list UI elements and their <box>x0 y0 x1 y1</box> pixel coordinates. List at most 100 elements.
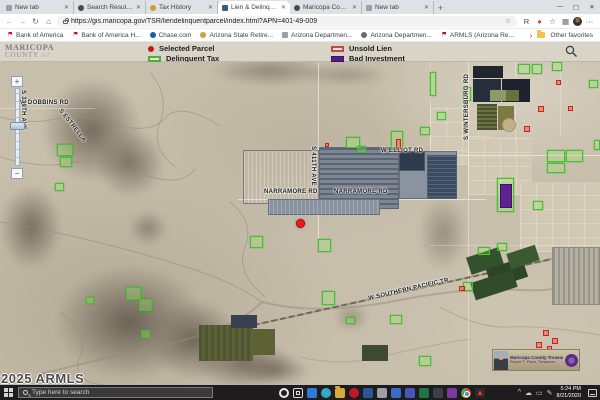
quicken-icon[interactable] <box>349 388 359 398</box>
parcel-delinquent-tax[interactable] <box>318 239 331 252</box>
parcel-delinquent-tax[interactable] <box>141 330 150 338</box>
bookmark-item-1[interactable]: Bank of America H... <box>72 32 140 39</box>
parcel-unsold-lien[interactable] <box>524 126 530 132</box>
onedrive-icon[interactable]: ☁ <box>525 389 532 397</box>
parcel-delinquent-tax[interactable] <box>552 62 562 71</box>
parcel-delinquent-tax[interactable] <box>250 236 263 248</box>
back-button[interactable]: ← <box>5 17 14 26</box>
pen-icon[interactable]: ✎ <box>547 389 553 397</box>
tab-1[interactable]: Search Results - Maric...✕ <box>74 1 146 14</box>
tab-close-icon[interactable]: ✕ <box>281 4 286 11</box>
selected-parcel-dot[interactable] <box>296 219 305 228</box>
parcel-unsold-lien[interactable] <box>538 106 544 112</box>
bookmark-item-6[interactable]: ARMLS (Arizona Re... <box>441 32 514 39</box>
bookmark-item-5[interactable]: Arizona Departmen... <box>361 32 431 39</box>
edge-icon[interactable] <box>321 388 331 398</box>
parcel-delinquent-tax[interactable] <box>420 127 430 135</box>
map-search-icon[interactable] <box>565 45 578 58</box>
parcel-delinquent-tax[interactable] <box>594 140 600 150</box>
teams-icon[interactable] <box>405 388 415 398</box>
tab-close-icon[interactable]: ✕ <box>136 4 141 11</box>
chrome-icon[interactable] <box>461 388 471 398</box>
zoom-in-button[interactable]: + <box>11 76 23 87</box>
url-text[interactable]: https://gis.maricopa.gov/TSR/liendelinqu… <box>71 18 502 25</box>
settings-menu-icon[interactable]: ⋯ <box>584 17 595 26</box>
task-view-icon[interactable] <box>293 388 303 398</box>
calculator-icon[interactable] <box>377 388 387 398</box>
word-icon[interactable] <box>391 388 401 398</box>
close-button[interactable]: ✕ <box>584 0 600 13</box>
parcel-delinquent-tax[interactable] <box>566 150 583 162</box>
forward-button[interactable]: → <box>18 17 27 26</box>
parcel-delinquent-tax[interactable] <box>518 64 530 74</box>
extensions-icon[interactable]: ▦ <box>560 17 571 26</box>
parcel-bad-investment[interactable] <box>500 184 512 208</box>
tab-close-icon[interactable]: ✕ <box>208 4 213 11</box>
tab-0[interactable]: New tab✕ <box>2 1 74 14</box>
parcel-delinquent-tax[interactable] <box>547 163 565 173</box>
tab-close-icon[interactable]: ✕ <box>424 4 429 11</box>
taskbar-clock[interactable]: 5:24 PM 8/21/2020 <box>557 386 581 400</box>
onenote-icon[interactable] <box>447 388 457 398</box>
parcel-delinquent-tax[interactable] <box>430 72 436 96</box>
parcel-delinquent-tax[interactable] <box>346 317 355 324</box>
parcel-delinquent-tax[interactable] <box>437 112 446 120</box>
action-center-button[interactable] <box>588 389 597 397</box>
start-button[interactable] <box>0 385 17 400</box>
tab-5[interactable]: New tab✕ <box>362 1 434 14</box>
parcel-delinquent-tax[interactable] <box>55 183 64 191</box>
parcel-delinquent-tax[interactable] <box>478 247 490 255</box>
taskbar-search-input[interactable]: Type here to search <box>18 387 213 398</box>
parcel-delinquent-tax[interactable] <box>497 243 507 251</box>
parcel-unsold-lien[interactable] <box>536 342 542 348</box>
parcel-delinquent-tax[interactable] <box>357 146 366 153</box>
refresh-button[interactable]: ↻ <box>31 17 40 26</box>
zoom-slider-handle[interactable] <box>10 122 25 130</box>
rakuten-extension-icon[interactable]: R <box>521 17 532 26</box>
tab-4[interactable]: Maricopa County Asse...✕ <box>290 1 362 14</box>
zoom-slider[interactable]: + − <box>10 76 25 180</box>
parcel-unsold-lien[interactable] <box>325 143 329 147</box>
profile-avatar[interactable] <box>573 17 582 26</box>
parcel-delinquent-tax[interactable] <box>390 315 402 324</box>
parcel-delinquent-tax[interactable] <box>589 80 598 88</box>
parcel-delinquent-tax[interactable] <box>322 291 335 305</box>
tray-expand-icon[interactable]: ^ <box>518 389 521 396</box>
bookmark-item-0[interactable]: Bank of America <box>7 32 63 39</box>
address-bar[interactable]: https://gis.maricopa.gov/TSR/liendelinqu… <box>57 16 517 27</box>
other-favorites-label[interactable]: Other favorites <box>550 32 593 39</box>
bookmark-item-3[interactable]: Arizona State Retire... <box>200 32 273 39</box>
cortana-icon[interactable] <box>279 388 289 398</box>
tab-3[interactable]: Lien & Delinquent Par...✕ <box>218 1 290 14</box>
parcel-delinquent-tax[interactable] <box>57 144 73 156</box>
favorites-star-icon[interactable]: ☆ <box>547 17 558 26</box>
calendar-icon[interactable] <box>307 388 317 398</box>
parcel-delinquent-tax[interactable] <box>419 356 431 366</box>
maximize-button[interactable]: ▢ <box>568 0 584 13</box>
new-tab-button[interactable]: + <box>434 2 447 14</box>
parcel-delinquent-tax[interactable] <box>532 64 542 74</box>
parcel-unsold-lien[interactable] <box>552 338 558 344</box>
tab-close-icon[interactable]: ✕ <box>64 4 69 11</box>
outlook-icon[interactable] <box>363 388 373 398</box>
parcel-delinquent-tax[interactable] <box>139 299 152 311</box>
minimize-button[interactable]: — <box>552 0 568 13</box>
battery-icon[interactable]: ▭ <box>536 389 543 397</box>
acrobat-icon[interactable] <box>475 388 485 398</box>
bookmark-item-2[interactable]: Chase.com <box>150 32 192 39</box>
parcel-unsold-lien[interactable] <box>459 286 465 291</box>
zoom-out-button[interactable]: − <box>11 168 23 179</box>
parcel-unsold-lien[interactable] <box>543 330 549 336</box>
parcel-unsold-lien[interactable] <box>556 80 561 85</box>
favorite-star-icon[interactable]: ☆ <box>505 17 511 25</box>
home-button[interactable]: ⌂ <box>44 17 53 26</box>
parcel-unsold-lien[interactable] <box>568 106 573 111</box>
file-explorer-icon[interactable] <box>335 388 345 398</box>
bookmarks-overflow-chevron[interactable]: › <box>530 31 533 40</box>
tab-close-icon[interactable]: ✕ <box>352 4 357 11</box>
adblock-extension-icon[interactable]: ● <box>534 17 545 26</box>
maps-icon[interactable] <box>433 388 443 398</box>
tab-2[interactable]: Tax History✕ <box>146 1 218 14</box>
excel-icon[interactable] <box>419 388 429 398</box>
parcel-delinquent-tax[interactable] <box>60 157 72 167</box>
